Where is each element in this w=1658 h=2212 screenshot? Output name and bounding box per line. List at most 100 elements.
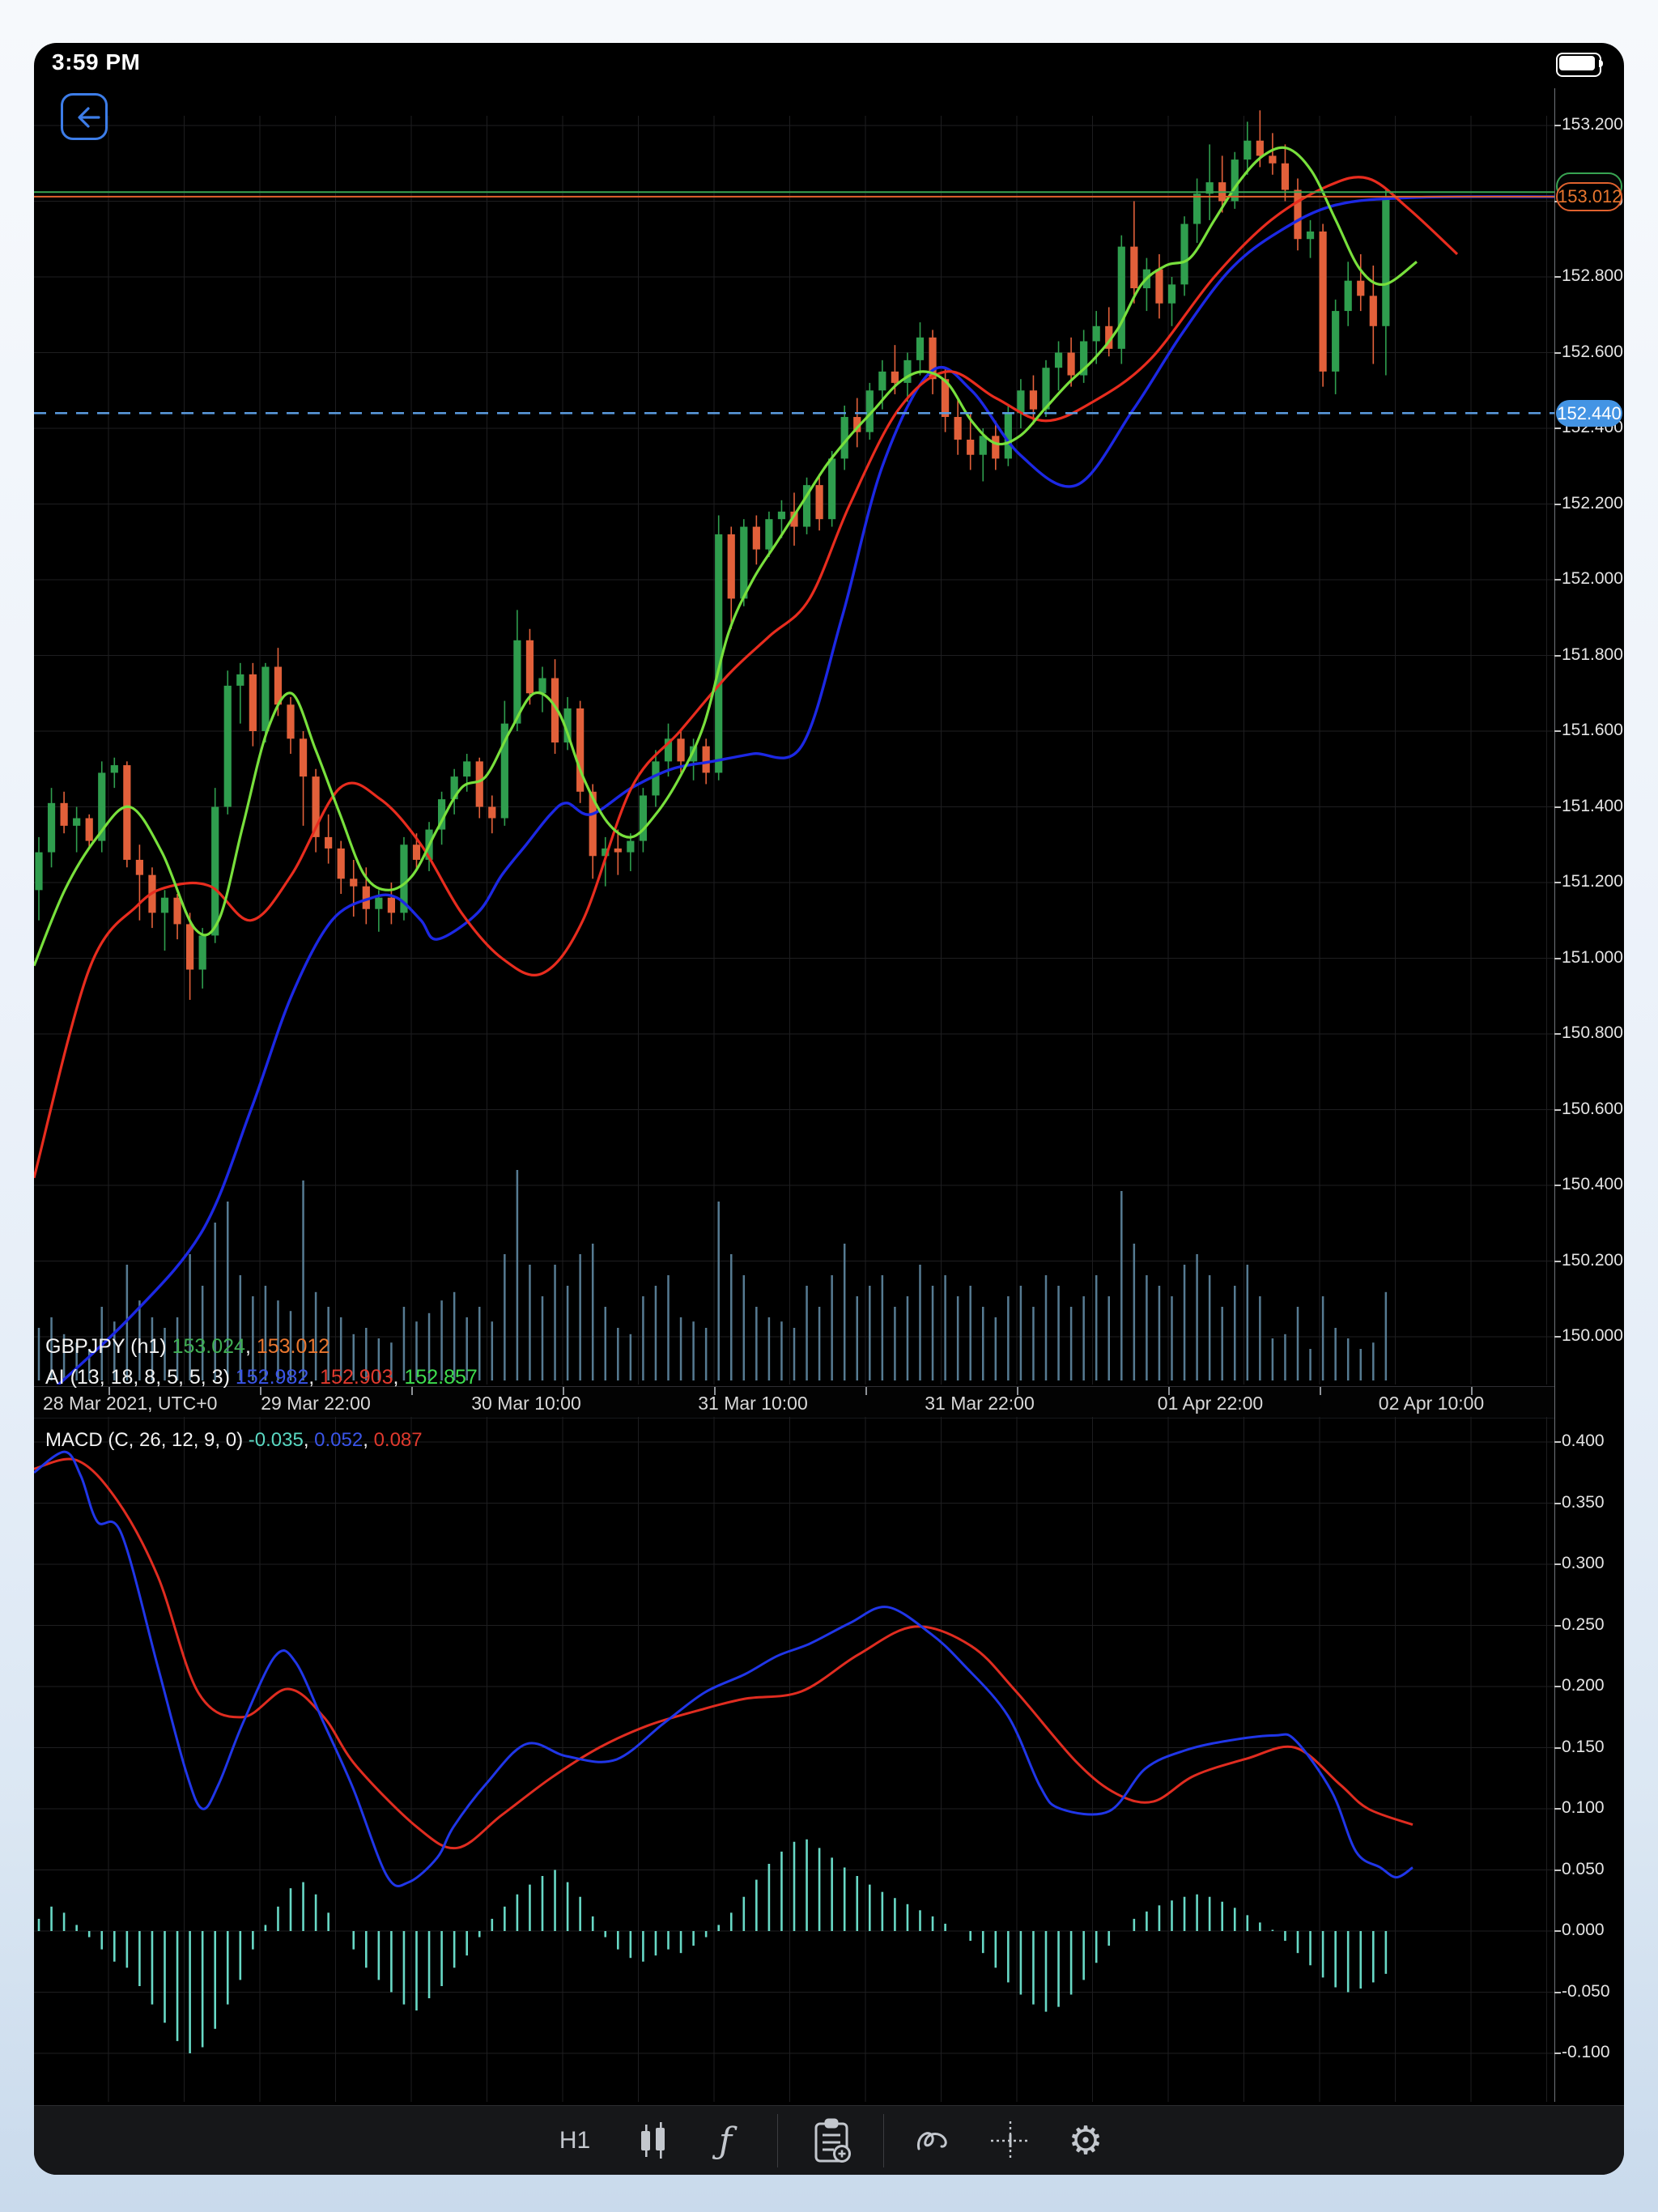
time-axis-label: 31 Mar 22:00 [925,1393,1035,1414]
axis-label: -0.050 [1562,1982,1610,2001]
axis-tick [1554,1747,1561,1749]
axis-tick [1554,882,1561,883]
axis-label: 150.400 [1562,1175,1623,1194]
battery-icon [1556,53,1606,75]
trading-app-window: 3:59 PM GBPJPY (h1) 153.024, 153.012 AI … [34,43,1624,2175]
ask-value: 153.012 [257,1335,329,1358]
axis-label: 0.050 [1562,1860,1605,1879]
orders-button[interactable] [799,2106,864,2175]
axis-tick [1554,1870,1561,1871]
axis-tick [1554,730,1561,732]
crosshair-icon [988,2118,1033,2163]
axis-tick [1554,579,1561,581]
axis-label: 152.800 [1562,266,1623,286]
bid-value: 153.024 [172,1335,245,1358]
axis-tick [1554,1261,1561,1262]
axis-label: 0.300 [1562,1554,1605,1573]
axis-tick [1554,125,1561,126]
arrow-left-icon [68,96,110,138]
axis-label: 150.000 [1562,1326,1623,1346]
axis-label: 0.100 [1562,1798,1605,1818]
time-axis-label: 28 Mar 2021, UTC+0 [43,1393,217,1414]
axis-tick [1554,276,1561,278]
main-price-chart[interactable] [34,43,1554,1385]
time-axis-label: 31 Mar 10:00 [698,1393,808,1414]
axis-label: 151.200 [1562,872,1623,891]
current-price-tag: 153.012 [1556,182,1622,211]
time-axis-label: 30 Mar 10:00 [471,1393,581,1414]
price-axis[interactable]: 153.200153.000152.800152.600152.400152.2… [1554,88,1624,2102]
chart-type-button[interactable] [622,2106,683,2175]
macd-label: MACD (C, 26, 12, 9, 0) [45,1429,243,1451]
clipboard-plus-icon [810,2117,853,2164]
axis-tick [1554,504,1561,505]
lips-value: 152.857 [404,1366,477,1389]
settings-button[interactable]: ⚙ [1053,2106,1118,2175]
axis-label: 152.600 [1562,342,1623,362]
axis-tick [1554,1033,1561,1035]
axis-tick [1554,1808,1561,1810]
axis-label: 150.800 [1562,1023,1623,1043]
timeframe-label: H1 [559,2127,590,2155]
battery-fill [1559,56,1595,70]
candlestick-icon [631,2120,674,2162]
axis-label: 0.400 [1562,1431,1605,1451]
time-axis-label: 29 Mar 22:00 [261,1393,371,1414]
page: { "status_bar": { "time": "3:59 PM" }, "… [0,0,1658,2212]
axis-tick [1554,1930,1561,1932]
axis-label: 151.400 [1562,797,1623,816]
axis-tick [1554,1441,1561,1443]
indicators-button[interactable]: ƒ [695,2106,756,2175]
time-axis[interactable]: 28 Mar 2021, UTC+0 29 Mar 22:00 30 Mar 10:… [34,1386,1554,1419]
axis-tick [1554,1992,1561,1993]
dashed-level-price-tag: 152.440 [1556,400,1622,427]
macd-info-line: MACD (C, 26, 12, 9, 0) -0.035, 0.052, 0.… [45,1429,423,1452]
jaw-value: 152.982 [236,1366,308,1389]
alligator-label: AI (13, 18, 8, 5, 5, 3) [45,1366,230,1389]
axis-label: 0.150 [1562,1738,1605,1757]
axis-label: 150.600 [1562,1100,1623,1119]
axis-tick [1554,1185,1561,1186]
macd-hist-value: -0.035 [249,1429,304,1451]
axis-label: 0.250 [1562,1615,1605,1635]
macd-indicator-pane[interactable] [34,1417,1554,2102]
crosshair-button[interactable] [980,2106,1041,2175]
axis-tick [1554,2052,1561,2054]
axis-label: 0.350 [1562,1493,1605,1512]
axis-tick [1554,428,1561,429]
timeframe-button[interactable]: H1 [544,2106,606,2175]
macd-line-value: 0.052 [314,1429,363,1451]
symbol-label: GBPJPY (h1) [45,1335,167,1358]
axis-tick [1554,1563,1561,1565]
time-axis-tick [865,1387,867,1395]
scribble-icon [912,2120,954,2162]
time-axis-tick [1320,1387,1321,1395]
macd-signal-value: 0.087 [374,1429,423,1451]
time-axis-label: 01 Apr 22:00 [1158,1393,1263,1414]
toolbar-separator [883,2114,884,2167]
axis-label: 151.000 [1562,948,1623,968]
axis-label: -0.100 [1562,2043,1610,2062]
battery-nub [1599,60,1603,67]
axis-tick [1554,655,1561,657]
axis-tick [1554,1503,1561,1504]
function-icon: ƒ [719,2121,732,2162]
axis-label: 151.800 [1562,645,1623,665]
axis-tick [1554,1686,1561,1687]
axis-tick [1554,352,1561,354]
axis-label: 152.000 [1562,569,1623,589]
time-axis-label: 02 Apr 10:00 [1379,1393,1484,1414]
axis-label: 153.200 [1562,115,1623,134]
axis-label: 150.200 [1562,1251,1623,1270]
axis-tick [1554,806,1561,808]
bottom-toolbar: H1 ƒ [34,2105,1624,2175]
back-button[interactable] [61,93,108,140]
drawings-button[interactable] [903,2106,964,2175]
axis-tick [1554,1109,1561,1111]
axis-tick [1554,958,1561,959]
axis-tick [1554,1625,1561,1627]
teeth-value: 152.903 [320,1366,393,1389]
symbol-info-line: GBPJPY (h1) 153.024, 153.012 [45,1335,329,1359]
toolbar-separator [777,2114,778,2167]
alligator-info-line: AI (13, 18, 8, 5, 5, 3) 152.982, 152.903… [45,1366,478,1389]
